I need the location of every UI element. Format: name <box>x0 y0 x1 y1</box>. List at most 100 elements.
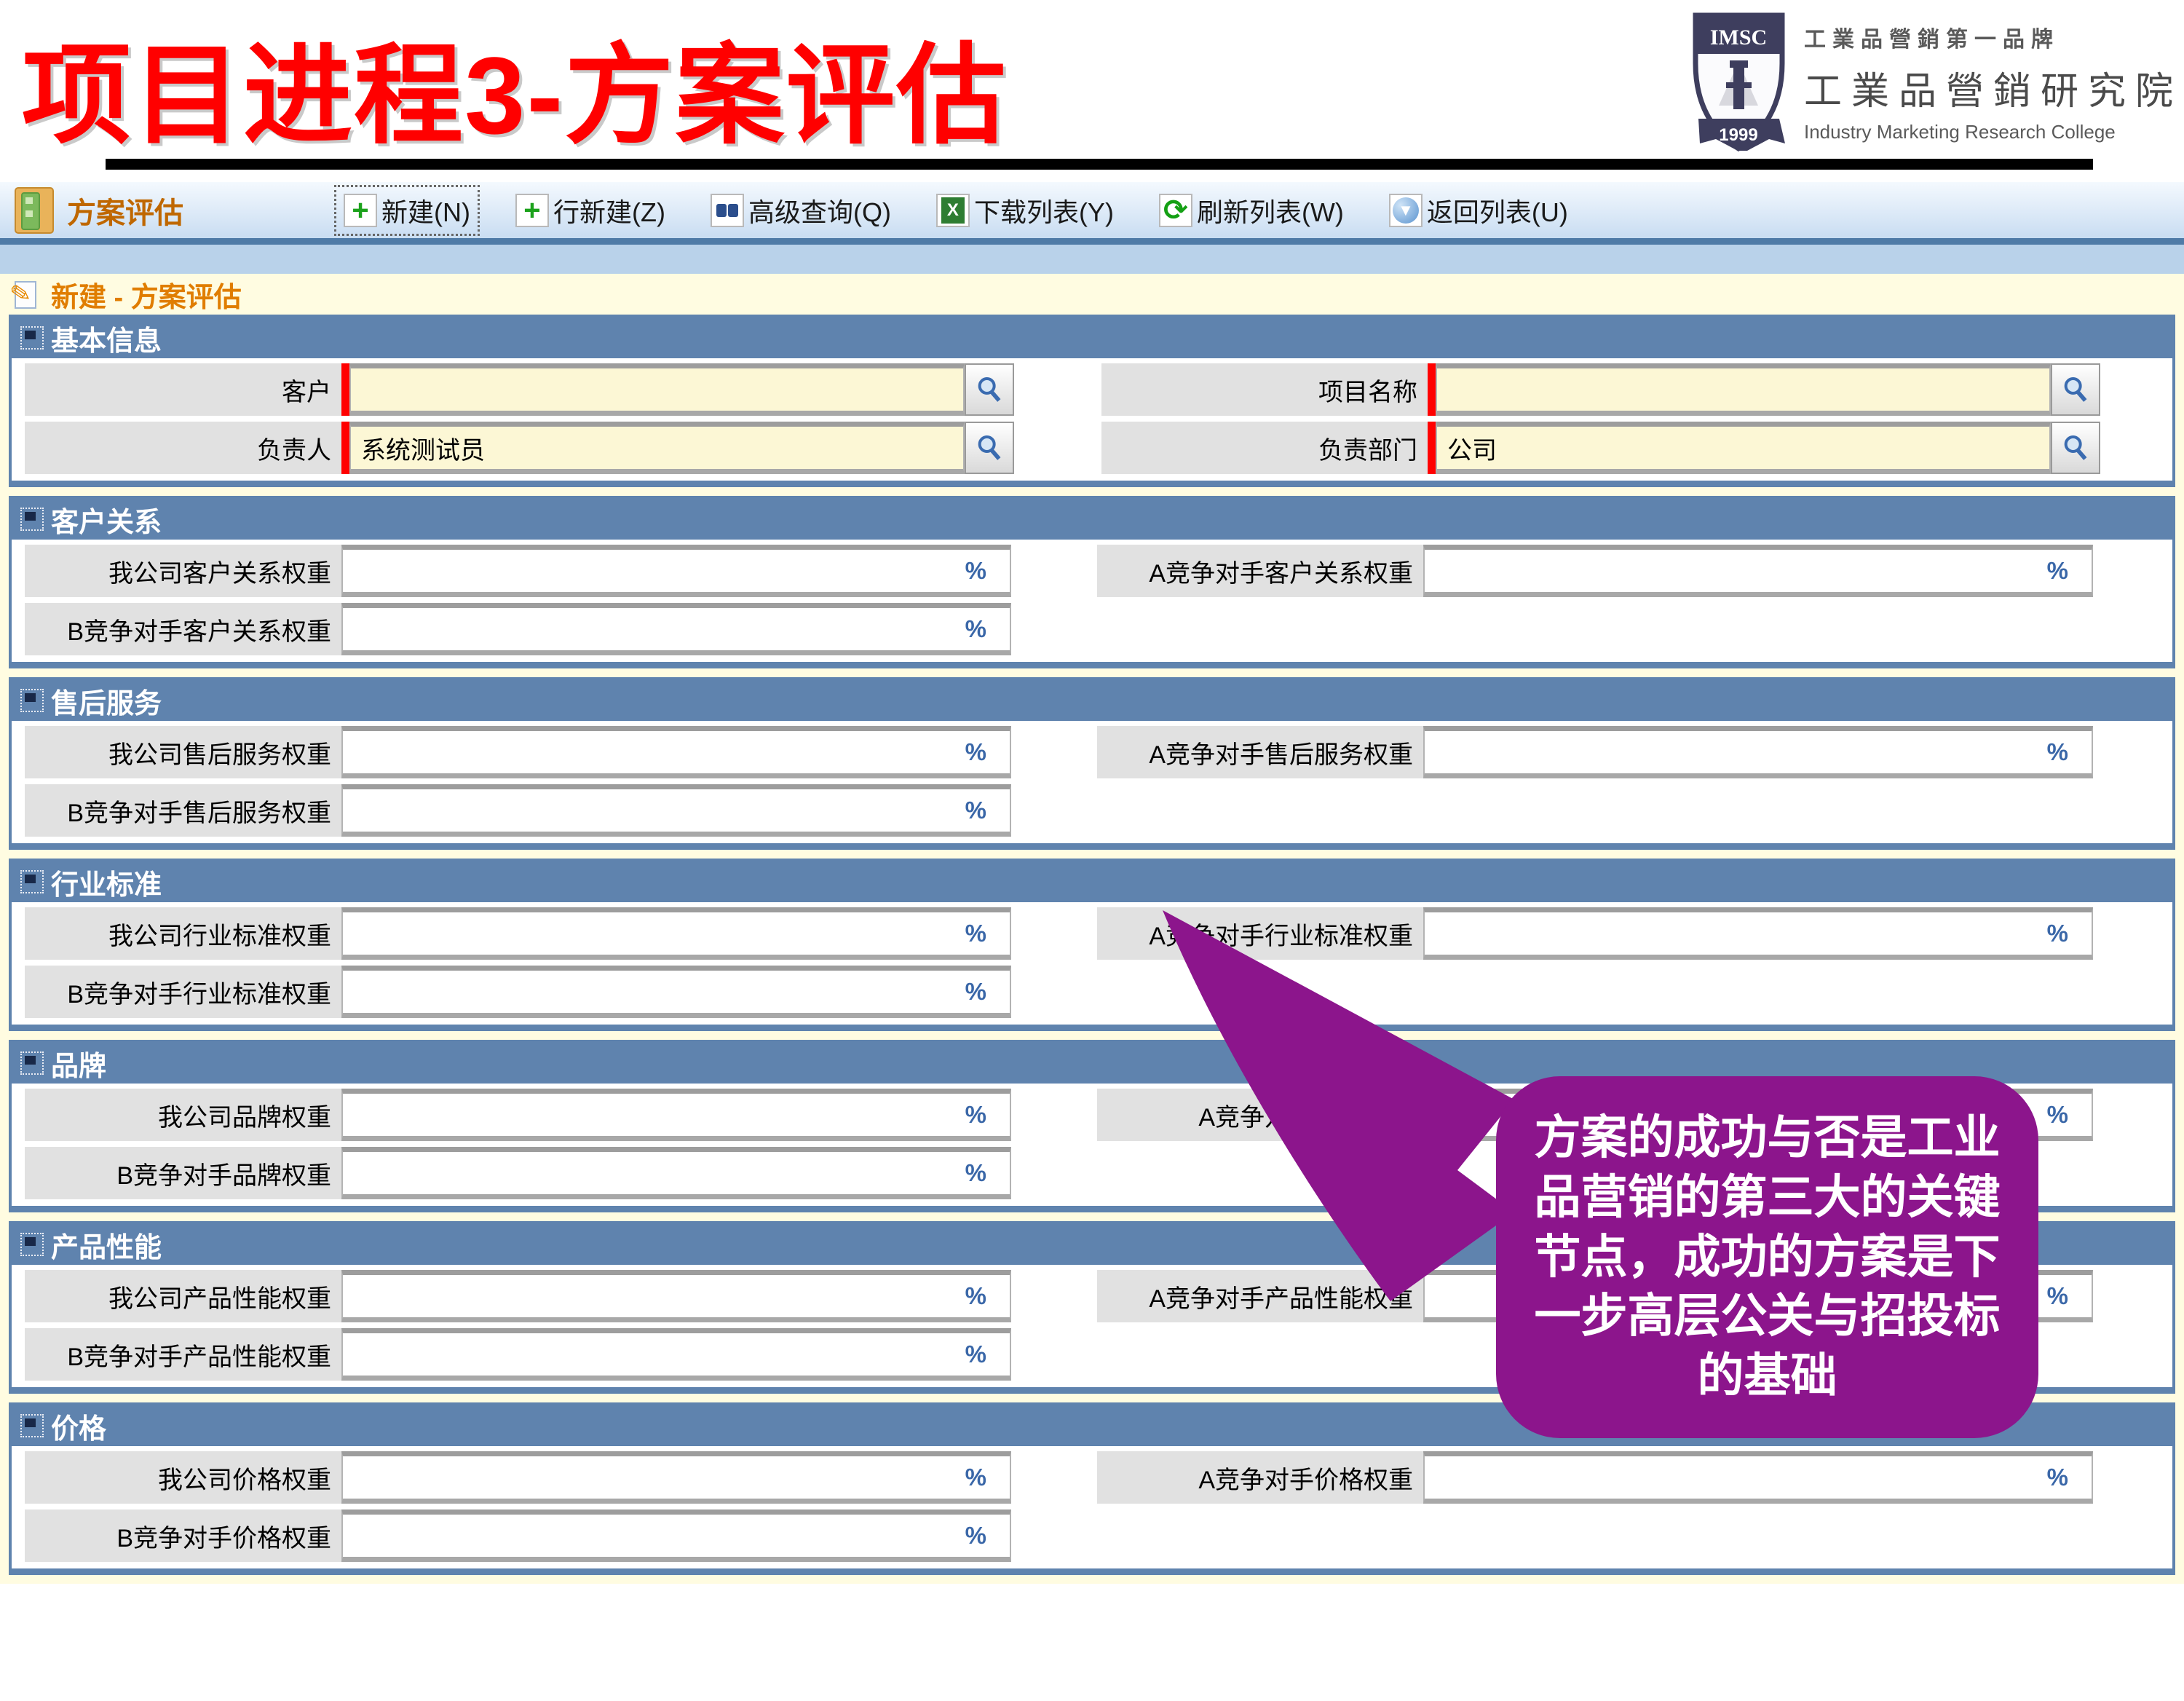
weight-input[interactable] <box>343 1515 1010 1557</box>
collapse-dot <box>25 693 36 702</box>
weight-input-box: % <box>341 1509 1011 1562</box>
project-name-input[interactable] <box>1437 368 2049 411</box>
field-row: B竞争对手行业标准权重 % <box>25 966 2172 1018</box>
weight-input[interactable] <box>1425 1456 2092 1499</box>
new-button[interactable]: + 新建(N) <box>336 187 478 234</box>
breadcrumb-bar: ✎ 新建 - 方案评估 <box>0 274 2184 315</box>
collapse-icon[interactable] <box>20 689 44 712</box>
competitor-a-weight-label: A竞争对手价格权重 <box>1097 1451 1423 1504</box>
weight-input[interactable] <box>343 1456 1010 1499</box>
field-row: B竞争对手价格权重 % <box>25 1509 2172 1562</box>
owner-lookup-button[interactable] <box>965 422 1014 474</box>
field-row: 负责人 负责部门 <box>25 422 2172 474</box>
percent-suffix: % <box>2047 738 2068 766</box>
back-to-list-button[interactable]: ▼ 返回列表(U) <box>1382 187 1575 234</box>
collapse-icon[interactable] <box>20 1233 44 1256</box>
weight-input[interactable] <box>1425 912 2092 955</box>
required-marker <box>1428 422 1436 474</box>
weight-section: 售后服务 我公司售后服务权重 % A竞争对手售后服务权重 % B竞争对手售后服务… <box>9 677 2175 850</box>
weight-section: 行业标准 我公司行业标准权重 % A竞争对手行业标准权重 % B竞争对手行业标准… <box>9 859 2175 1031</box>
our-company-weight-label: 我公司品牌权重 <box>25 1089 341 1141</box>
weight-input[interactable] <box>343 1152 1010 1194</box>
owner-input[interactable] <box>351 427 963 469</box>
weight-input[interactable] <box>1425 731 2092 773</box>
our-company-weight-label: 我公司客户关系权重 <box>25 545 341 597</box>
field-row: 客户 项目名称 <box>25 363 2172 416</box>
module-cabinet-icon <box>15 187 54 234</box>
weight-input[interactable] <box>343 1094 1010 1136</box>
field-row: B竞争对手售后服务权重 % <box>25 784 2172 837</box>
weight-input[interactable] <box>343 550 1010 592</box>
project-name-field-label: 项目名称 <box>1101 363 1428 416</box>
weight-input-box: % <box>1423 1270 2093 1322</box>
collapse-icon[interactable] <box>20 508 44 531</box>
section-body: 我公司产品性能权重 % A竞争对手产品性能权重 % B竞争对手产品性能权重 % <box>12 1265 2172 1387</box>
section-title: 客户关系 <box>51 500 162 540</box>
weight-input[interactable] <box>343 789 1010 832</box>
row-new-plus-icon: + <box>515 194 549 227</box>
logo-tagline: 工業品營銷第一品牌 <box>1804 21 2183 53</box>
toolbar-lower-band <box>0 245 2184 274</box>
field-row: B竞争对手品牌权重 % <box>25 1147 2172 1199</box>
competitor-a-weight-label: A竞争对手行业标准权重 <box>1097 907 1423 960</box>
logo-org-name-cn: 工業品營銷研究院 <box>1804 60 2183 115</box>
magnifier-icon <box>975 375 1004 404</box>
weight-input[interactable] <box>343 1333 1010 1376</box>
collapse-icon[interactable] <box>20 1051 44 1075</box>
weight-input[interactable] <box>1425 1275 2092 1317</box>
weight-input[interactable] <box>343 1275 1010 1317</box>
weight-input[interactable] <box>343 971 1010 1013</box>
section-title: 价格 <box>51 1406 106 1446</box>
weight-input[interactable] <box>343 912 1010 955</box>
bottom-filler <box>0 1584 2184 1701</box>
slide-page: 项目进程3-方案评估 IMSC 1999 工業品營銷第一品牌 工業品營銷研究院 … <box>0 0 2184 1701</box>
section-header: 价格 <box>12 1405 2172 1446</box>
weight-input-box: % <box>341 1328 1011 1381</box>
breadcrumb: 新建 - 方案评估 <box>51 275 242 315</box>
owner-input-box <box>349 422 965 474</box>
section-body: 我公司售后服务权重 % A竞争对手售后服务权重 % B竞争对手售后服务权重 % <box>12 721 2172 843</box>
collapse-icon[interactable] <box>20 870 44 893</box>
field-row: 我公司品牌权重 % A竞争对手品牌权重 % <box>25 1089 2172 1141</box>
project-name-lookup-button[interactable] <box>2051 363 2100 416</box>
competitor-b-weight-label: B竞争对手售后服务权重 <box>25 784 341 837</box>
our-company-weight-label: 我公司价格权重 <box>25 1451 341 1504</box>
field-row: 我公司价格权重 % A竞争对手价格权重 % <box>25 1451 2172 1504</box>
field-row: 我公司行业标准权重 % A竞争对手行业标准权重 % <box>25 907 2172 960</box>
collapse-dot <box>25 512 36 521</box>
collapse-dot <box>25 1237 36 1246</box>
edit-page-icon: ✎ <box>10 278 42 310</box>
collapse-icon[interactable] <box>20 1414 44 1437</box>
magnifier-icon <box>975 433 1004 462</box>
percent-suffix: % <box>2047 1101 2068 1129</box>
our-company-weight-label: 我公司产品性能权重 <box>25 1270 341 1322</box>
weight-input[interactable] <box>1425 1094 2092 1136</box>
customer-lookup-button[interactable] <box>965 363 1014 416</box>
department-lookup-button[interactable] <box>2051 422 2100 474</box>
owner-field-label: 负责人 <box>25 422 341 474</box>
advanced-search-button[interactable]: 高级查询(Q) <box>703 187 898 234</box>
customer-input-box <box>349 363 965 416</box>
advanced-search-button-label: 高级查询(Q) <box>748 192 891 229</box>
row-new-button[interactable]: + 行新建(Z) <box>508 187 673 234</box>
refresh-list-button[interactable]: ⟳ 刷新列表(W) <box>1152 187 1351 234</box>
weight-sections: 客户关系 我公司客户关系权重 % A竞争对手客户关系权重 % B竞争对手客户关系… <box>9 496 2175 1575</box>
weight-input-box: % <box>341 1270 1011 1322</box>
weight-input[interactable] <box>343 608 1010 650</box>
collapse-icon[interactable] <box>20 326 44 350</box>
customer-input[interactable] <box>351 368 963 411</box>
percent-suffix: % <box>965 738 986 766</box>
weight-section: 价格 我公司价格权重 % A竞争对手价格权重 % B竞争对手价格权重 <box>9 1402 2175 1575</box>
weight-input-box: % <box>1423 1089 2093 1141</box>
department-input[interactable] <box>1437 427 2049 469</box>
download-list-button[interactable]: X 下载列表(Y) <box>929 187 1121 234</box>
weight-input[interactable] <box>1425 550 2092 592</box>
weight-input-box: % <box>341 603 1011 655</box>
slide-title: 项目进程3-方案评估 <box>22 7 1007 165</box>
competitor-a-weight-label: A竞争对手产品性能权重 <box>1097 1270 1423 1322</box>
shield-logo-icon: IMSC 1999 <box>1690 11 1788 153</box>
download-list-button-label: 下载列表(Y) <box>974 192 1114 229</box>
weight-input-box: % <box>341 1147 1011 1199</box>
weight-input[interactable] <box>343 731 1010 773</box>
row-new-button-label: 行新建(Z) <box>553 192 665 229</box>
